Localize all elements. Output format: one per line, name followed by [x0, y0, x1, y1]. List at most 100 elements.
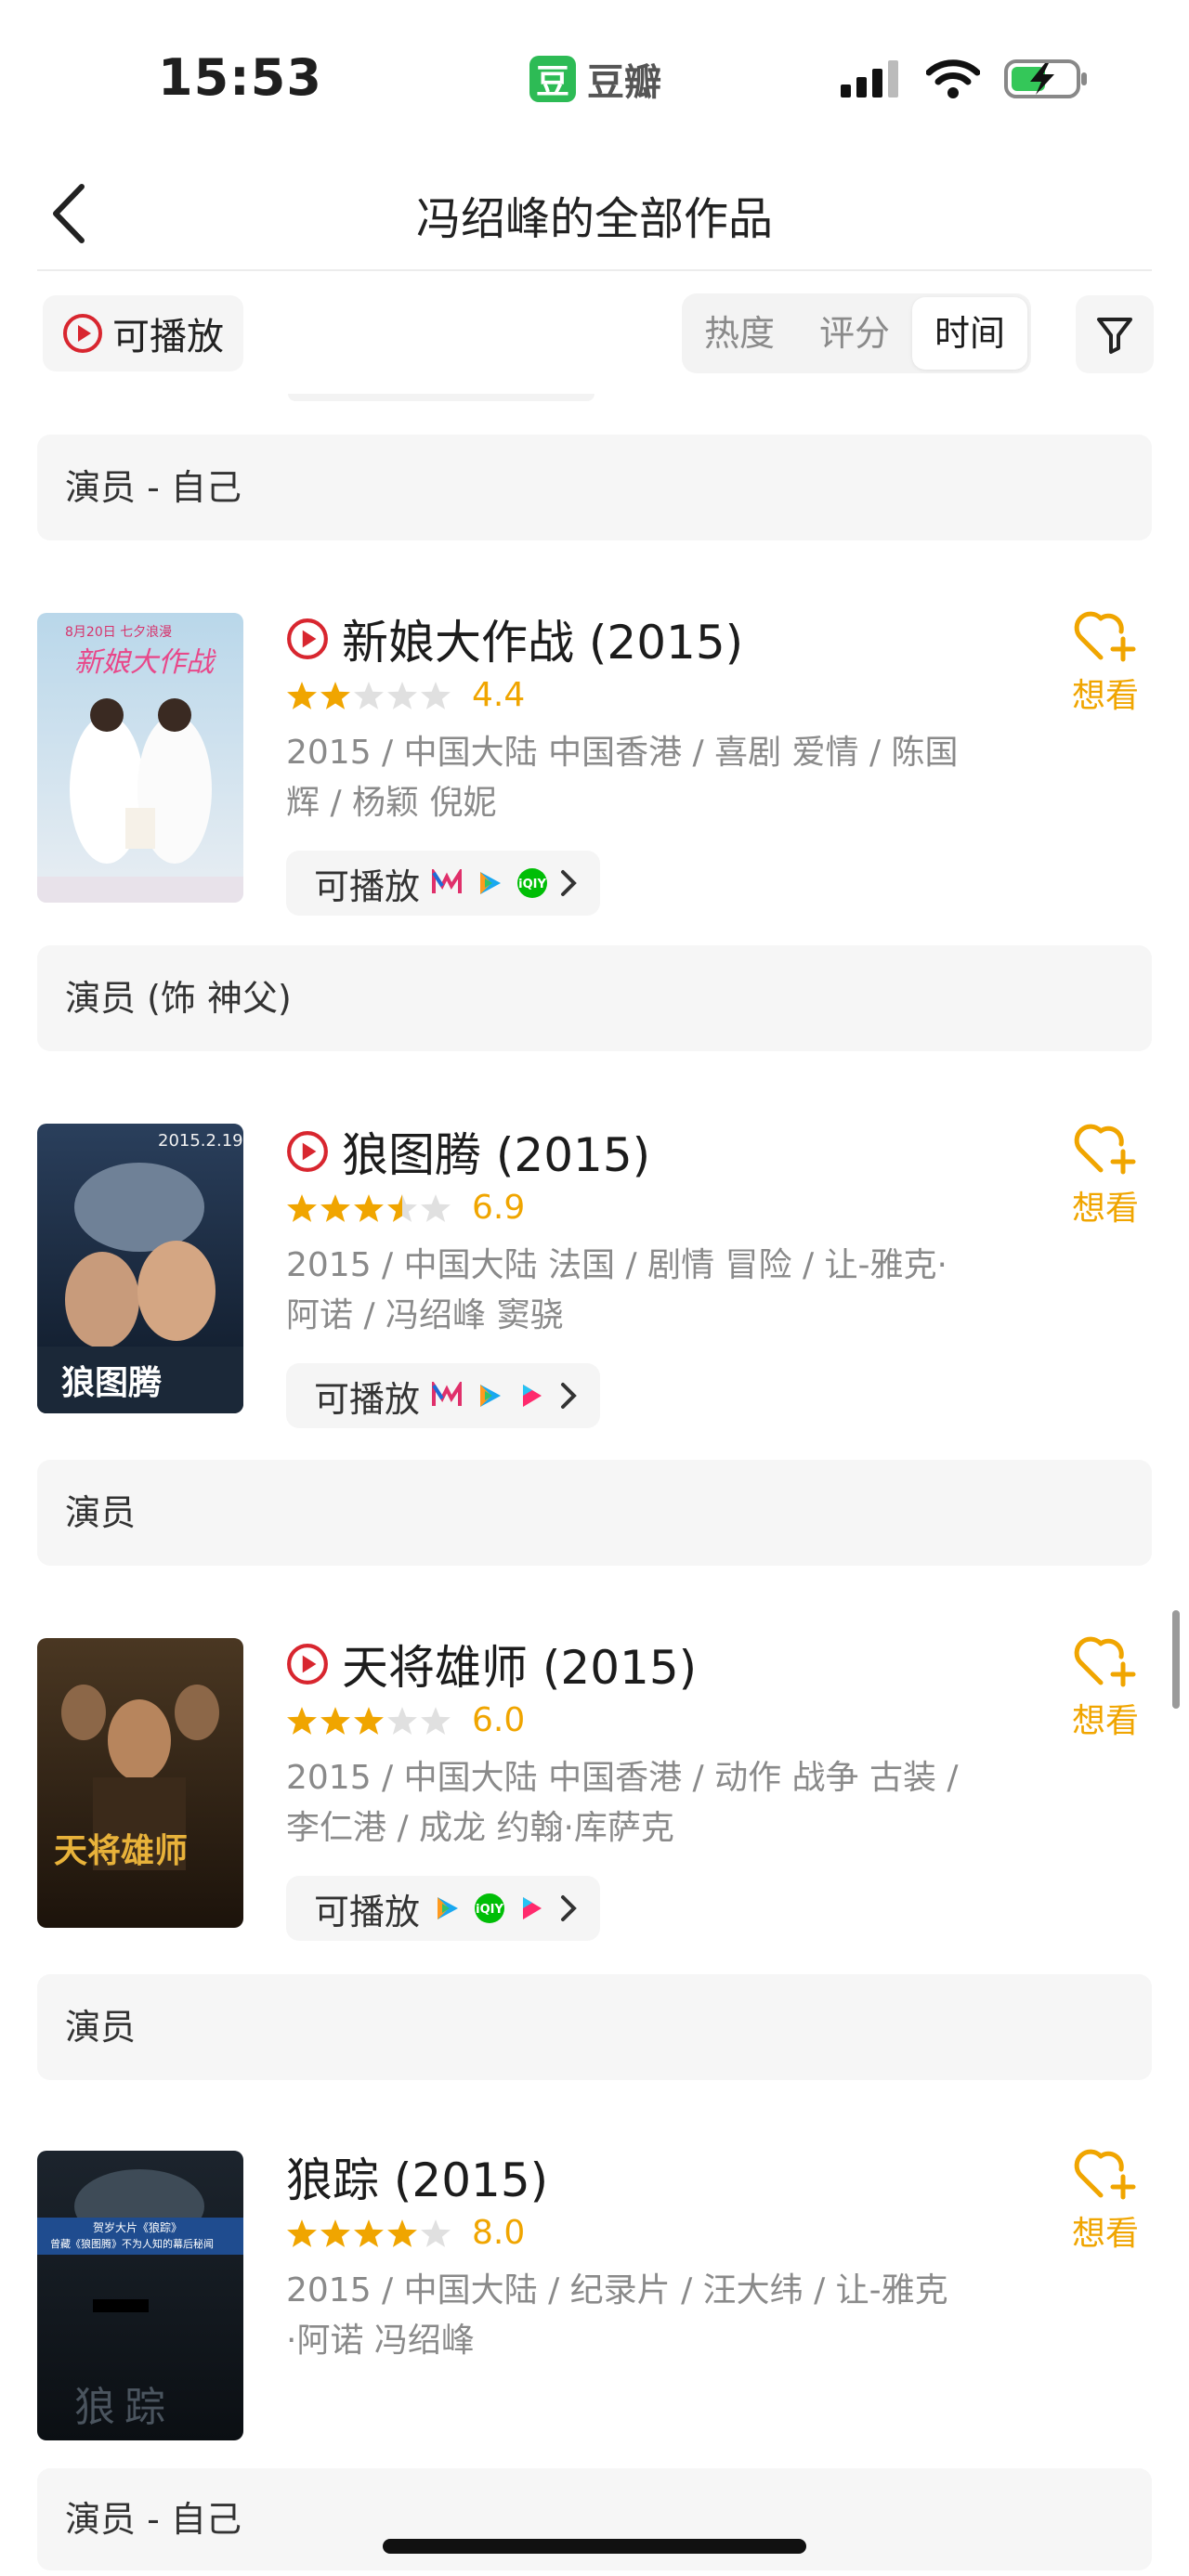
- movie-title[interactable]: 狼图腾 (2015): [286, 1118, 650, 1185]
- want-to-watch-button[interactable]: 想看: [1059, 607, 1152, 717]
- rating-row: 6.9: [286, 1189, 525, 1227]
- movie-info-line: 2015 / 中国大陆 中国香港 / 动作 战争 古装 /: [286, 1759, 959, 1797]
- star-icon: [387, 1193, 417, 1222]
- star-icon: [287, 2218, 317, 2247]
- star-icon: [287, 1706, 317, 1735]
- movie-info-line: 2015 / 中国大陆 法国 / 剧情 冒险 / 让-雅克·: [286, 1246, 947, 1284]
- movie-poster[interactable]: 8月20日 七夕浪漫 新娘大作战: [37, 613, 243, 903]
- movie-poster[interactable]: 天将雄师: [37, 1638, 243, 1928]
- movie-poster[interactable]: 贺岁大片《狼踪》 曾藏《狼图腾》不为人知的幕后秘闻 狼踪: [37, 2151, 243, 2440]
- sort-segmented-control: 热度 评分 时间: [682, 293, 1031, 373]
- star-icon: [354, 681, 384, 709]
- youku-icon: [516, 1893, 548, 1924]
- app-indicator: 豆 豆瓣: [529, 52, 661, 106]
- poster-caption: 狼图腾: [61, 1364, 163, 1402]
- playable-filter-chip[interactable]: 可播放: [43, 295, 243, 371]
- header-divider: [37, 269, 1152, 271]
- previous-item-edge: [288, 394, 594, 401]
- want-to-watch-label: 想看: [1071, 2215, 1139, 2253]
- poster-caption: 天将雄师: [54, 1832, 189, 1870]
- rating-row: 8.0: [286, 2214, 525, 2252]
- play-sources-button[interactable]: 可播放: [286, 1363, 601, 1428]
- youku-icon: [516, 1380, 548, 1412]
- rating-row: 6.0: [286, 1701, 525, 1739]
- play-sources-label: 可播放: [314, 1378, 421, 1420]
- star-icon: [287, 681, 317, 709]
- tencent-video-icon: [474, 867, 505, 899]
- cellular-signal-icon: [841, 60, 898, 98]
- movie-poster[interactable]: 2015.2.19 狼图腾: [37, 1124, 243, 1413]
- mgtv-icon: [431, 1380, 463, 1412]
- movie-info-line: ·阿诺 冯绍峰: [286, 2322, 475, 2360]
- iqiyi-icon: iQIY: [516, 867, 548, 899]
- movie-title[interactable]: 狼踪 (2015): [286, 2143, 548, 2210]
- iqiyi-icon: iQIY: [474, 1893, 505, 1924]
- sort-option-popularity[interactable]: 热度: [682, 297, 797, 370]
- movie-title-text: 狼踪 (2015): [286, 2153, 549, 2207]
- star-icon: [320, 681, 350, 709]
- tencent-video-icon: [431, 1893, 463, 1924]
- want-to-watch-button[interactable]: 想看: [1059, 1120, 1152, 1229]
- play-sources-button[interactable]: 可播放 iQIY: [286, 851, 601, 916]
- movie-info-line: 2015 / 中国大陆 中国香港 / 喜剧 爱情 / 陈国: [286, 734, 959, 772]
- play-circle-icon: [287, 1131, 328, 1172]
- star-icon: [354, 1193, 384, 1222]
- poster-caption: 新娘大作战: [74, 646, 214, 679]
- star-rating: [286, 680, 451, 711]
- star-rating: [286, 1705, 451, 1737]
- star-icon: [421, 2218, 451, 2247]
- chevron-right-icon: [561, 1383, 577, 1409]
- heart-plus-icon: [1074, 611, 1136, 662]
- want-to-watch-label: 想看: [1071, 1702, 1139, 1740]
- douban-logo-icon: 豆: [529, 56, 576, 102]
- want-to-watch-button[interactable]: 想看: [1059, 2145, 1152, 2255]
- sort-option-rating[interactable]: 评分: [797, 297, 912, 370]
- role-label: 演员 (饰 神父): [37, 945, 1152, 1051]
- poster-date: 8月20日 七夕浪漫: [65, 625, 173, 640]
- role-label: 演员 - 自己: [37, 2468, 1152, 2570]
- home-indicator[interactable]: [383, 2539, 806, 2554]
- scrollbar-thumb[interactable]: [1172, 1610, 1180, 1709]
- heart-plus-icon: [1074, 1636, 1136, 1687]
- sort-option-time[interactable]: 时间: [912, 297, 1027, 370]
- movie-title[interactable]: 天将雄师 (2015): [286, 1631, 697, 1698]
- star-icon: [387, 1706, 417, 1735]
- want-to-watch-label: 想看: [1071, 677, 1139, 715]
- heart-plus-icon: [1074, 1124, 1136, 1175]
- star-icon: [320, 2218, 350, 2247]
- svg-text:iQIY: iQIY: [518, 878, 546, 891]
- star-icon: [421, 681, 451, 709]
- star-icon: [421, 1706, 451, 1735]
- play-sources-label: 可播放: [314, 1891, 421, 1932]
- tencent-video-icon: [474, 1380, 505, 1412]
- play-circle-icon: [287, 1644, 328, 1685]
- star-icon: [421, 1193, 451, 1222]
- movie-info-line: 2015 / 中国大陆 / 纪录片 / 汪大纬 / 让-雅克: [286, 2271, 948, 2309]
- rating-score: 6.9: [472, 1189, 526, 1227]
- app-name: 豆瓣: [587, 61, 661, 104]
- poster-banner-line: 曾藏《狼图腾》不为人知的幕后秘闻: [50, 2238, 214, 2250]
- star-rating: [286, 1192, 451, 1224]
- funnel-icon: [1097, 318, 1132, 354]
- want-to-watch-label: 想看: [1071, 1190, 1139, 1228]
- chevron-right-icon: [561, 1895, 577, 1921]
- rating-score: 6.0: [472, 1701, 526, 1739]
- movie-title-text: 天将雄师 (2015): [342, 1641, 698, 1695]
- play-circle-icon: [287, 618, 328, 659]
- battery-charging-icon: [1004, 59, 1087, 98]
- poster-date: 2015.2.19: [158, 1131, 243, 1151]
- page-title: 冯绍峰的全部作品: [415, 193, 773, 245]
- filter-button[interactable]: [1076, 295, 1154, 373]
- star-icon: [320, 1193, 350, 1222]
- want-to-watch-button[interactable]: 想看: [1059, 1633, 1152, 1742]
- star-icon: [287, 1193, 317, 1222]
- star-icon: [387, 2218, 417, 2247]
- poster-banner-line: 贺岁大片《狼踪》: [93, 2221, 183, 2234]
- heart-plus-icon: [1074, 2149, 1136, 2200]
- role-label: 演员 - 自己: [37, 435, 1152, 540]
- star-rating: [286, 2218, 451, 2249]
- play-sources-button[interactable]: 可播放 iQIY: [286, 1876, 601, 1941]
- movie-info-line: 阿诺 / 冯绍峰 窦骁: [286, 1296, 564, 1334]
- movie-title[interactable]: 新娘大作战 (2015): [286, 605, 743, 672]
- movie-info-line: 李仁港 / 成龙 约翰·库萨克: [286, 1809, 674, 1847]
